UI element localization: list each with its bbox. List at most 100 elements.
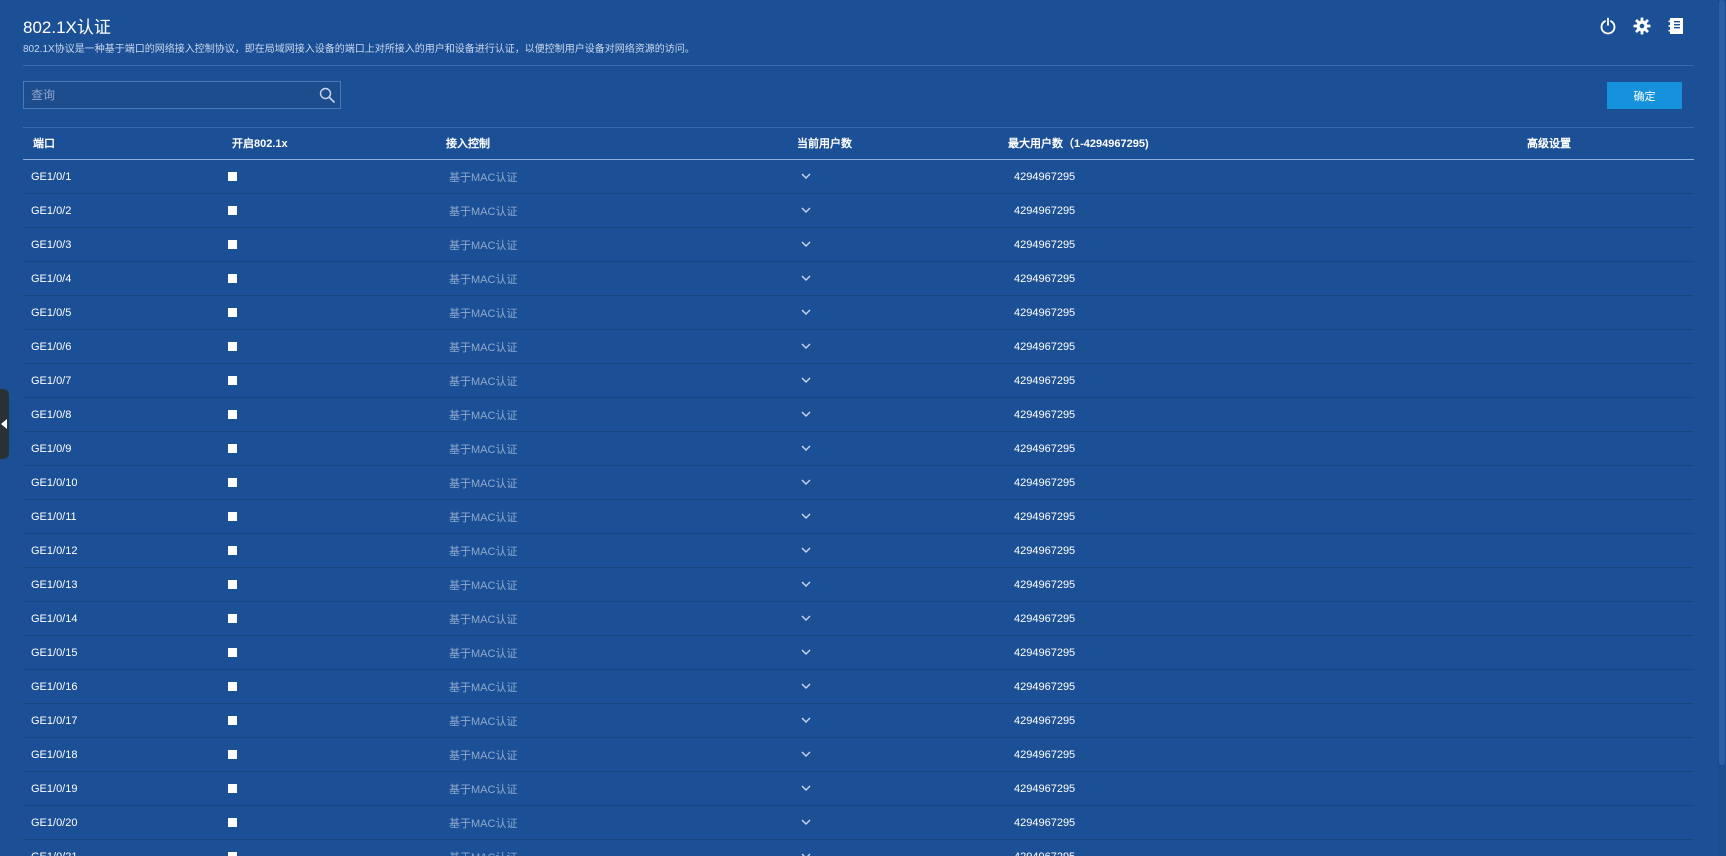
gear-icon[interactable] [1632,16,1652,36]
notebook-icon[interactable] [1666,16,1686,36]
chevron-down-icon[interactable] [801,682,811,692]
chevron-down-icon[interactable] [801,546,811,556]
enable-8021x-checkbox[interactable] [228,670,237,703]
checkbox-box[interactable] [228,342,237,351]
max-users-value[interactable]: 4294967295 [1014,738,1075,771]
access-control-select[interactable]: 基于MAC认证 [439,228,811,261]
max-users-value[interactable]: 4294967295 [1014,262,1075,295]
checkbox-box[interactable] [228,614,237,623]
chevron-down-icon[interactable] [801,648,811,658]
chevron-down-icon[interactable] [801,342,811,352]
max-users-value[interactable]: 4294967295 [1014,466,1075,499]
chevron-down-icon[interactable] [801,444,811,454]
enable-8021x-checkbox[interactable] [228,432,237,465]
checkbox-box[interactable] [228,512,237,521]
chevron-down-icon[interactable] [801,376,811,386]
access-control-select[interactable]: 基于MAC认证 [439,432,811,465]
checkbox-box[interactable] [228,444,237,453]
max-users-value[interactable]: 4294967295 [1014,568,1075,601]
chevron-down-icon[interactable] [801,308,811,318]
chevron-down-icon[interactable] [801,784,811,794]
checkbox-box[interactable] [228,240,237,249]
checkbox-box[interactable] [228,172,237,181]
checkbox-box[interactable] [228,682,237,691]
enable-8021x-checkbox[interactable] [228,704,237,737]
max-users-value[interactable]: 4294967295 [1014,330,1075,363]
access-control-select[interactable]: 基于MAC认证 [439,738,811,771]
chevron-down-icon[interactable] [801,580,811,590]
enable-8021x-checkbox[interactable] [228,602,237,635]
access-control-select[interactable]: 基于MAC认证 [439,772,811,805]
max-users-value[interactable]: 4294967295 [1014,772,1075,805]
access-control-select[interactable]: 基于MAC认证 [439,500,811,533]
checkbox-box[interactable] [228,818,237,827]
checkbox-box[interactable] [228,274,237,283]
checkbox-box[interactable] [228,546,237,555]
access-control-select[interactable]: 基于MAC认证 [439,534,811,567]
enable-8021x-checkbox[interactable] [228,228,237,261]
chevron-down-icon[interactable] [801,240,811,250]
confirm-button[interactable]: 确定 [1607,82,1682,109]
chevron-down-icon[interactable] [801,274,811,284]
checkbox-box[interactable] [228,308,237,317]
access-control-select[interactable]: 基于MAC认证 [439,670,811,703]
chevron-down-icon[interactable] [801,614,811,624]
enable-8021x-checkbox[interactable] [228,738,237,771]
max-users-value[interactable]: 4294967295 [1014,432,1075,465]
checkbox-box[interactable] [228,648,237,657]
checkbox-box[interactable] [228,580,237,589]
access-control-select[interactable]: 基于MAC认证 [439,568,811,601]
max-users-value[interactable]: 4294967295 [1014,364,1075,397]
search-input[interactable] [24,87,314,103]
enable-8021x-checkbox[interactable] [228,772,237,805]
max-users-value[interactable]: 4294967295 [1014,500,1075,533]
access-control-select[interactable]: 基于MAC认证 [439,398,811,431]
max-users-value[interactable]: 4294967295 [1014,602,1075,635]
access-control-select[interactable]: 基于MAC认证 [439,840,811,856]
chevron-down-icon[interactable] [801,512,811,522]
max-users-value[interactable]: 4294967295 [1014,534,1075,567]
sidebar-collapse-handle[interactable] [0,389,9,459]
chevron-down-icon[interactable] [801,750,811,760]
access-control-select[interactable]: 基于MAC认证 [439,330,811,363]
enable-8021x-checkbox[interactable] [228,398,237,431]
access-control-select[interactable]: 基于MAC认证 [439,296,811,329]
enable-8021x-checkbox[interactable] [228,466,237,499]
checkbox-box[interactable] [228,376,237,385]
enable-8021x-checkbox[interactable] [228,534,237,567]
max-users-value[interactable]: 4294967295 [1014,194,1075,227]
enable-8021x-checkbox[interactable] [228,364,237,397]
access-control-select[interactable]: 基于MAC认证 [439,160,811,193]
max-users-value[interactable]: 4294967295 [1014,840,1075,856]
enable-8021x-checkbox[interactable] [228,330,237,363]
max-users-value[interactable]: 4294967295 [1014,160,1075,193]
enable-8021x-checkbox[interactable] [228,262,237,295]
power-icon[interactable] [1598,16,1618,36]
max-users-value[interactable]: 4294967295 [1014,636,1075,669]
chevron-down-icon[interactable] [801,818,811,828]
enable-8021x-checkbox[interactable] [228,806,237,839]
checkbox-box[interactable] [228,410,237,419]
access-control-select[interactable]: 基于MAC认证 [439,364,811,397]
checkbox-box[interactable] [228,784,237,793]
max-users-value[interactable]: 4294967295 [1014,806,1075,839]
access-control-select[interactable]: 基于MAC认证 [439,466,811,499]
checkbox-box[interactable] [228,478,237,487]
enable-8021x-checkbox[interactable] [228,160,237,193]
access-control-select[interactable]: 基于MAC认证 [439,806,811,839]
enable-8021x-checkbox[interactable] [228,840,237,856]
search-icon[interactable] [314,82,340,108]
chevron-down-icon[interactable] [801,172,811,182]
access-control-select[interactable]: 基于MAC认证 [439,194,811,227]
max-users-value[interactable]: 4294967295 [1014,296,1075,329]
max-users-value[interactable]: 4294967295 [1014,228,1075,261]
access-control-select[interactable]: 基于MAC认证 [439,704,811,737]
checkbox-box[interactable] [228,206,237,215]
checkbox-box[interactable] [228,716,237,725]
enable-8021x-checkbox[interactable] [228,296,237,329]
max-users-value[interactable]: 4294967295 [1014,704,1075,737]
chevron-down-icon[interactable] [801,478,811,488]
access-control-select[interactable]: 基于MAC认证 [439,636,811,669]
vertical-scrollbar[interactable] [1718,0,1726,856]
enable-8021x-checkbox[interactable] [228,636,237,669]
